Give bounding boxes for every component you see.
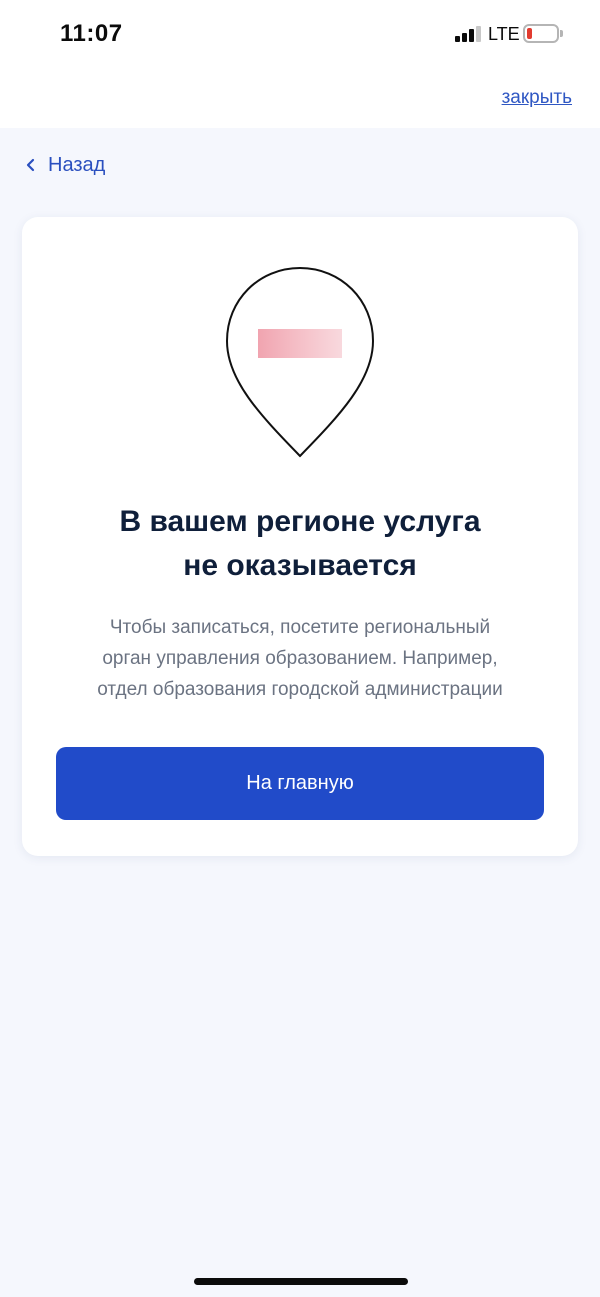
map-pin-icon bbox=[225, 266, 375, 458]
card-title-line-2: не оказывается bbox=[183, 549, 417, 582]
status-bar: 11:07 LTE bbox=[0, 0, 600, 70]
card-description: Чтобы записаться, посетите региональный … bbox=[42, 612, 558, 705]
card-description-line-1: Чтобы записаться, посетите региональный bbox=[109, 617, 491, 638]
home-button[interactable]: На главную bbox=[56, 747, 544, 820]
back-label: Назад bbox=[48, 153, 106, 176]
home-indicator bbox=[194, 1278, 408, 1285]
network-type: LTE bbox=[488, 24, 520, 44]
back-button[interactable]: Назад bbox=[24, 150, 105, 180]
card-description-line-3: отдел образования городской администраци… bbox=[97, 679, 503, 700]
battery-tip bbox=[560, 30, 563, 37]
info-card: В вашем регионе услуга не оказывается Чт… bbox=[22, 217, 578, 856]
screen: 11:07 LTE закрыть Назад В вашем регионе … bbox=[0, 0, 600, 1297]
signal-icon bbox=[455, 26, 483, 42]
top-bar: закрыть bbox=[0, 70, 600, 128]
card-description-line-2: орган управления образованием. Например, bbox=[102, 648, 498, 669]
battery-icon bbox=[523, 24, 559, 43]
close-link[interactable]: закрыть bbox=[502, 87, 572, 109]
chevron-left-icon bbox=[26, 158, 35, 172]
status-time: 11:07 bbox=[60, 20, 123, 47]
card-title: В вашем регионе услуга не оказывается bbox=[22, 500, 578, 588]
card-title-line-1: В вашем регионе услуга bbox=[119, 505, 481, 538]
